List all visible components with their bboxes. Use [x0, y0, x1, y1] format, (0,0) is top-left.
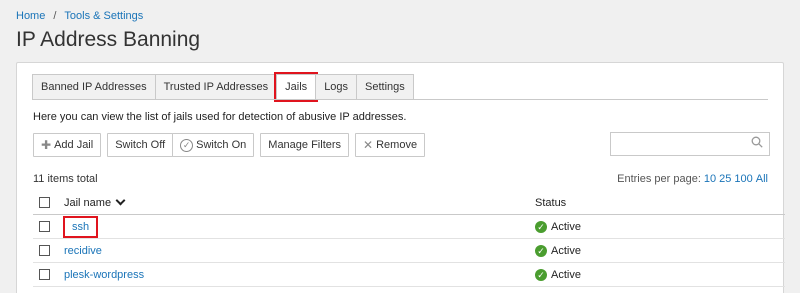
jails-table: Jail name Status ssh ✓ Active recidive ✓… [33, 191, 785, 287]
jail-name-header-label: Jail name [64, 196, 112, 209]
page-title: IP Address Banning [16, 28, 201, 51]
row-checkbox[interactable] [39, 221, 50, 232]
jail-link[interactable]: ssh [72, 221, 89, 233]
search-box [610, 132, 770, 156]
check-circle-icon: ✓ [535, 244, 547, 257]
table-row: recidive ✓ Active [33, 239, 785, 263]
row-checkbox-cell [33, 221, 57, 232]
tab-banned-ip-addresses[interactable]: Banned IP Addresses [32, 74, 156, 100]
switch-button-group: Switch Off ✓ Switch On [107, 133, 255, 157]
check-circle-icon: ✓ [535, 220, 547, 233]
add-jail-label: Add Jail [54, 139, 94, 151]
status-text: Active [551, 220, 581, 233]
row-checkbox[interactable] [39, 245, 50, 256]
column-header-status: Status [535, 196, 567, 209]
tab-bar: Banned IP Addresses Trusted IP Addresses… [32, 72, 414, 102]
select-all-cell [33, 197, 57, 208]
entries-per-page: Entries per page: 10 25 100 All [617, 173, 768, 185]
row-checkbox[interactable] [39, 269, 50, 280]
row-checkbox-cell [33, 269, 57, 280]
jail-name-cell: ssh [57, 221, 527, 233]
check-circle-icon: ✓ [535, 268, 547, 281]
status-text: Active [551, 268, 581, 281]
switch-on-label: Switch On [196, 139, 247, 151]
items-total: 11 items total [33, 173, 98, 185]
highlight-box: ssh [64, 219, 97, 235]
tab-logs[interactable]: Logs [315, 74, 358, 100]
close-icon: ✕ [363, 138, 374, 152]
column-header-jail-name[interactable]: Jail name [57, 195, 527, 209]
page-size-25[interactable]: 25 [719, 173, 731, 185]
breadcrumb-separator: / [53, 10, 57, 22]
search-input[interactable] [611, 133, 741, 155]
remove-label: Remove [376, 139, 418, 151]
table-row: plesk-wordpress ✓ Active [33, 263, 785, 287]
table-row: ssh ✓ Active [33, 215, 785, 239]
switch-on-button[interactable]: ✓ Switch On [172, 133, 255, 157]
check-circle-icon: ✓ [180, 138, 194, 152]
plus-icon: ✚ [41, 138, 52, 152]
entries-per-page-label: Entries per page: [617, 173, 701, 185]
row-checkbox-cell [33, 245, 57, 256]
manage-filters-button[interactable]: Manage Filters [260, 133, 350, 157]
table-header-row: Jail name Status [33, 191, 785, 215]
breadcrumb-tools-settings[interactable]: Tools & Settings [64, 10, 143, 22]
page-size-10[interactable]: 10 [704, 173, 716, 185]
jail-link[interactable]: recidive [64, 245, 102, 257]
tab-divider [32, 99, 768, 100]
status-cell: ✓ Active [527, 220, 581, 233]
add-jail-button[interactable]: ✚ Add Jail [33, 133, 102, 157]
status-cell: ✓ Active [527, 244, 581, 257]
toolbar: ✚ Add Jail Switch Off ✓ Switch On Manage… [33, 133, 426, 157]
page-size-100[interactable]: 100 [734, 173, 752, 185]
breadcrumb: Home / Tools & Settings [16, 10, 143, 22]
breadcrumb-home[interactable]: Home [16, 10, 45, 22]
page-description: Here you can view the list of jails used… [33, 111, 407, 123]
switch-off-button[interactable]: Switch Off [107, 133, 174, 157]
jail-link[interactable]: plesk-wordpress [64, 269, 144, 281]
search-icon[interactable] [751, 136, 763, 148]
page-size-all[interactable]: All [756, 173, 768, 185]
chevron-down-icon [115, 195, 126, 206]
tab-settings[interactable]: Settings [356, 74, 414, 100]
remove-button[interactable]: ✕ Remove [355, 133, 426, 157]
status-cell: ✓ Active [527, 268, 581, 281]
select-all-checkbox[interactable] [39, 197, 50, 208]
jail-name-cell: plesk-wordpress [57, 269, 527, 281]
jail-name-cell: recidive [57, 245, 527, 257]
content-panel: Banned IP Addresses Trusted IP Addresses… [16, 62, 785, 293]
tab-trusted-ip-addresses[interactable]: Trusted IP Addresses [154, 74, 278, 100]
tab-jails[interactable]: Jails [274, 72, 319, 102]
status-text: Active [551, 244, 581, 257]
